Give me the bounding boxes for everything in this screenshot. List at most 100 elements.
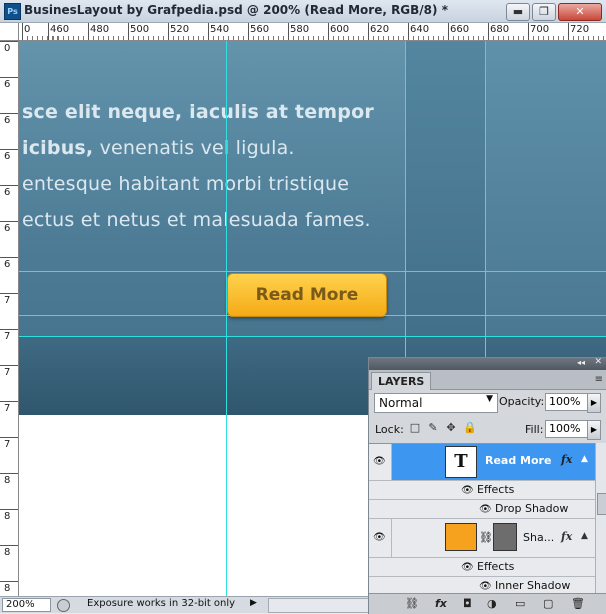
lock-transparent-icon[interactable]: □: [409, 422, 421, 434]
panel-menu-icon[interactable]: ≡: [595, 374, 603, 385]
ruler-tick-label: 7: [4, 403, 11, 414]
guide-horizontal[interactable]: [19, 315, 606, 316]
ruler-tick: [0, 365, 18, 366]
ruler-minor-tick: [258, 36, 259, 40]
opacity-slider-arrow-icon[interactable]: ▶: [587, 393, 601, 413]
new-group-icon[interactable]: ▭: [515, 597, 525, 610]
layer-name[interactable]: Sha...: [523, 531, 554, 544]
ruler-minor-tick: [373, 36, 374, 40]
adjustment-layer-icon[interactable]: ◑: [487, 597, 497, 610]
visibility-toggle[interactable]: 👁: [369, 444, 392, 480]
ruler-minor-tick: [118, 36, 119, 40]
effects-row[interactable]: 👁 Effects: [369, 558, 595, 577]
ruler-tick: [0, 221, 18, 222]
ruler-minor-tick: [423, 36, 424, 40]
ruler-minor-tick: [113, 36, 114, 40]
ruler-minor-tick: [198, 36, 199, 40]
ruler-minor-tick: [343, 36, 344, 40]
eye-icon[interactable]: 👁: [461, 485, 475, 496]
minimize-button[interactable]: ▬: [506, 3, 530, 21]
horizontal-scrollbar[interactable]: [268, 598, 370, 613]
effect-row-drop-shadow[interactable]: 👁 Drop Shadow: [369, 500, 595, 519]
ruler-minor-tick: [178, 36, 179, 40]
panel-header[interactable]: ◂◂ ✕: [369, 357, 606, 370]
collapse-panel-icon[interactable]: ◂◂: [577, 358, 585, 367]
zoom-level-field[interactable]: 200%: [2, 598, 51, 612]
status-info-icon[interactable]: [57, 599, 70, 612]
lock-position-icon[interactable]: ✥: [445, 422, 457, 434]
vertical-ruler[interactable]: 0 6 6 6 6 6 6 7 7 7 7 7 8 8 8 8: [0, 23, 19, 598]
guide-horizontal[interactable]: [19, 336, 606, 337]
effect-row-inner-shadow[interactable]: 👁 Inner Shadow: [369, 577, 595, 594]
ruler-tick: [528, 23, 529, 40]
scrollbar-thumb[interactable]: [597, 493, 606, 515]
layers-list: 👁 T Read More fx ▲ 👁 Effects 👁 Drop Shad…: [369, 443, 595, 594]
ruler-tick-label: 560: [250, 24, 270, 35]
ruler-minor-tick: [573, 36, 574, 40]
ruler-minor-tick: [603, 36, 604, 40]
ruler-minor-tick: [543, 36, 544, 40]
ruler-minor-tick: [523, 36, 524, 40]
layer-name[interactable]: Read More: [485, 454, 551, 467]
link-layers-icon[interactable]: ⛓: [405, 597, 419, 610]
tab-layers[interactable]: LAYERS: [371, 372, 432, 390]
body-text-line-2: icibus, venenatis vel ligula.: [22, 137, 295, 159]
ruler-tick-label: 720: [570, 24, 590, 35]
close-panel-icon[interactable]: ✕: [594, 357, 602, 367]
ruler-minor-tick: [348, 36, 349, 40]
eye-icon[interactable]: 👁: [461, 562, 475, 573]
restore-button[interactable]: ❐: [532, 3, 556, 21]
eye-icon[interactable]: 👁: [479, 504, 493, 515]
text-layer-thumbnail: T: [445, 446, 477, 478]
blend-mode-select[interactable]: Normal ▼: [374, 393, 498, 413]
status-menu-arrow-icon[interactable]: ▶: [250, 598, 257, 608]
ruler-minor-tick: [363, 36, 364, 40]
trash-icon[interactable]: 🗑: [571, 597, 585, 610]
ruler-minor-tick: [548, 36, 549, 40]
layers-vertical-scrollbar[interactable]: [595, 443, 606, 593]
guide-vertical[interactable]: [226, 41, 227, 596]
ruler-tick-label: 6: [4, 79, 11, 90]
add-mask-icon[interactable]: ◘: [463, 597, 472, 610]
guide-horizontal[interactable]: [19, 271, 606, 272]
ruler-tick: [248, 23, 249, 40]
ruler-minor-tick: [243, 36, 244, 40]
ruler-minor-tick: [558, 36, 559, 40]
window-title-bar[interactable]: Ps BusinesLayout by Grafpedia.psd @ 200%…: [0, 0, 606, 23]
eye-icon[interactable]: 👁: [479, 581, 493, 592]
new-layer-icon[interactable]: ▢: [543, 597, 553, 610]
ruler-tick: [568, 23, 569, 40]
layer-effects-fx-icon[interactable]: fx: [561, 453, 572, 466]
ruler-tick-label: 700: [530, 24, 550, 35]
ruler-tick: [0, 185, 18, 186]
ruler-minor-tick: [398, 36, 399, 40]
fill-slider-arrow-icon[interactable]: ▶: [587, 420, 601, 440]
layer-effects-fx-icon[interactable]: fx: [561, 530, 572, 543]
collapse-triangle-icon[interactable]: ▲: [581, 454, 588, 464]
ruler-minor-tick: [518, 36, 519, 40]
link-chain-icon[interactable]: ⛓: [479, 531, 493, 544]
layer-row-shape[interactable]: 👁 ⛓ Sha... fx ▲: [369, 519, 595, 558]
close-button[interactable]: ✕: [558, 3, 602, 21]
ruler-minor-tick: [563, 36, 564, 40]
opacity-field[interactable]: 100%: [545, 393, 588, 411]
ruler-minor-tick: [403, 36, 404, 40]
window-title: BusinesLayout by Grafpedia.psd @ 200% (R…: [24, 3, 448, 17]
ruler-origin[interactable]: [0, 23, 19, 41]
lock-image-icon[interactable]: ✎: [427, 422, 439, 434]
horizontal-ruler[interactable]: 0 460 480 500 520 540 560 580 600 620 640 660 680 700…: [18, 23, 606, 41]
effects-row[interactable]: 👁 Effects: [369, 481, 595, 500]
lock-all-icon[interactable]: 🔒: [463, 422, 477, 434]
layer-row-read-more[interactable]: 👁 T Read More fx ▲: [369, 444, 595, 481]
ruler-tick: [368, 23, 369, 40]
read-more-button[interactable]: Read More: [227, 273, 387, 317]
ruler-tick-label: 7: [4, 331, 11, 342]
ruler-tick-label: 680: [490, 24, 510, 35]
visibility-toggle[interactable]: 👁: [369, 519, 392, 557]
add-layer-style-icon[interactable]: fx: [435, 597, 447, 610]
collapse-triangle-icon[interactable]: ▲: [581, 531, 588, 541]
fill-field[interactable]: 100%: [545, 420, 588, 438]
ruler-tick-label: 6: [4, 151, 11, 162]
ruler-minor-tick: [32, 36, 33, 40]
ruler-minor-tick: [93, 36, 94, 40]
